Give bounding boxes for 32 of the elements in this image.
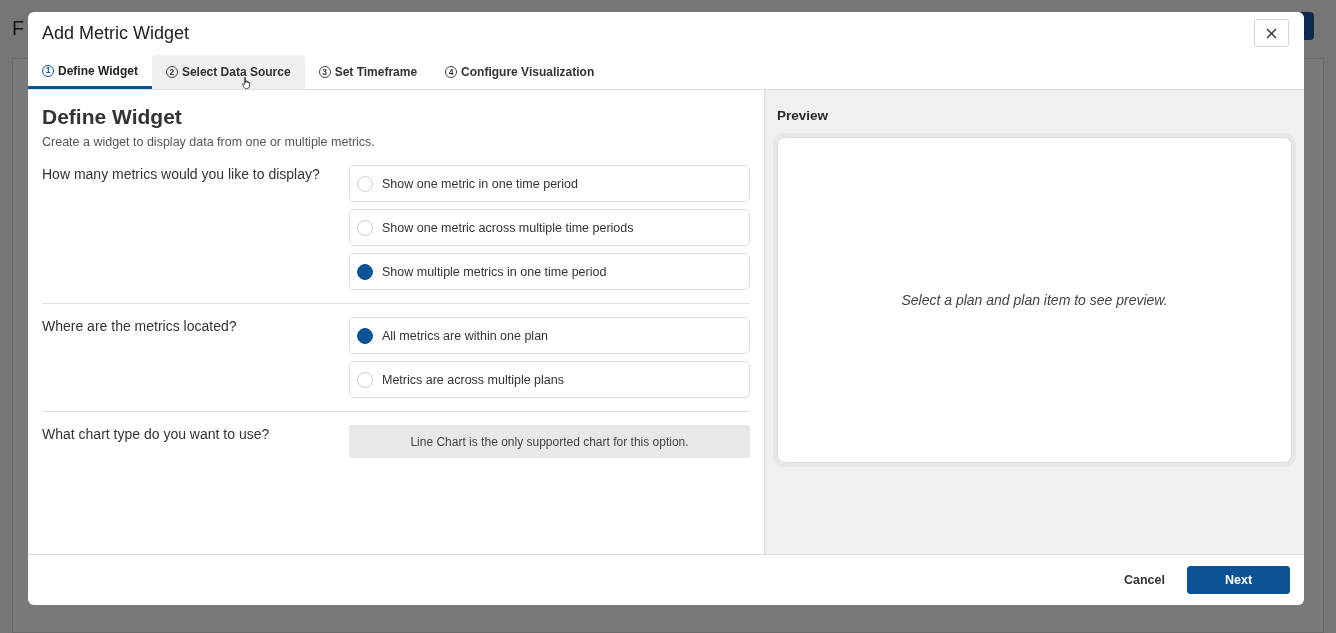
close-button[interactable] <box>1254 19 1289 47</box>
radio-option[interactable]: Show one metric across multiple time periods <box>349 209 750 246</box>
preview-title: Preview <box>777 108 830 124</box>
option-label: Metrics are across multiple plans <box>382 372 564 387</box>
option-label: All metrics are within one plan <box>382 328 549 343</box>
form-description: Create a widget to display data from one or multiple metrics. <box>42 134 376 150</box>
step-tab[interactable]: 2 Select Data Source <box>151 55 305 89</box>
tab-label: Define Widget <box>58 63 138 78</box>
page-title: F <box>12 16 25 41</box>
question-label: What chart type do you want to use? <box>42 425 271 444</box>
option-label: Show multiple metrics in one time period <box>382 264 607 279</box>
radio-option[interactable]: Show multiple metrics in one time period <box>349 253 750 290</box>
form-heading: Define Widget <box>42 104 183 130</box>
option-label: Show one metric across multiple time periods <box>382 220 634 235</box>
option-label: Show one metric in one time period <box>382 176 578 191</box>
cancel-button[interactable]: Cancel <box>1112 566 1177 594</box>
tab-label: Configure Visualization <box>461 65 595 79</box>
question-label: How many metrics would you like to display? <box>42 165 321 184</box>
dialog-title: Add Metric Widget <box>42 22 190 45</box>
radio-option[interactable]: Metrics are across multiple plans <box>349 361 750 398</box>
close-icon <box>1266 27 1277 39</box>
preview-message: Select a plan and plan item to see preview. <box>901 292 1168 308</box>
radio-option[interactable]: All metrics are within one plan <box>349 317 750 354</box>
step-tab[interactable]: 3 Set Timeframe <box>304 55 432 89</box>
tab-label: Set Timeframe <box>334 65 418 79</box>
question-label: Where are the metrics located? <box>42 317 238 336</box>
tab-label: Select Data Source <box>181 65 291 79</box>
next-button[interactable]: Next <box>1187 566 1290 594</box>
radio-option[interactable]: Show one metric in one time period <box>349 165 750 202</box>
step-tab[interactable]: 4 Configure Visualization <box>431 55 609 89</box>
info-notice: Line Chart is the only supported chart for this option. <box>349 425 750 458</box>
pointer-cursor-icon <box>241 77 251 89</box>
